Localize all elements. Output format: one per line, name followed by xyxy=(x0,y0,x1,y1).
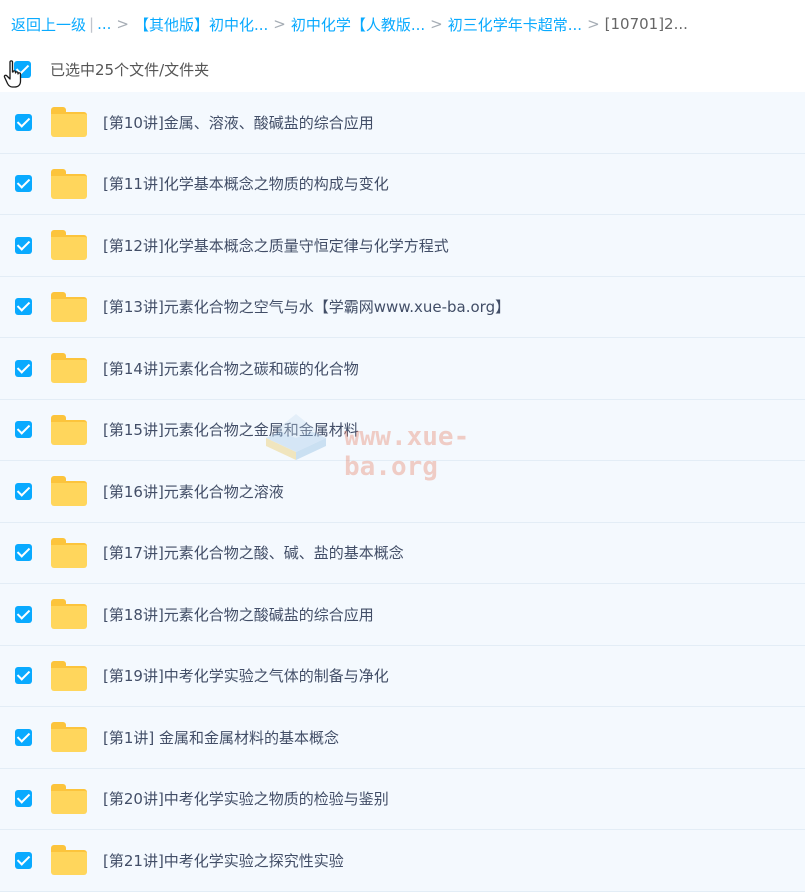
file-name[interactable]: [第17讲]元素化合物之酸、碱、盐的基本概念 xyxy=(103,542,404,563)
breadcrumb-divider: | xyxy=(89,15,95,33)
row-checkbox[interactable] xyxy=(15,605,32,623)
folder-icon xyxy=(51,722,87,753)
breadcrumb-item-1[interactable]: 【其他版】初中化... xyxy=(134,14,268,35)
chevron-right-icon: > xyxy=(430,15,443,33)
list-item[interactable]: [第15讲]元素化合物之金属和金属材料 xyxy=(0,399,805,461)
list-item[interactable]: [第16讲]元素化合物之溶液 xyxy=(0,461,805,523)
list-item[interactable]: [第10讲]金属、溶液、酸碱盐的综合应用 xyxy=(0,92,805,154)
folder-icon xyxy=(51,845,87,876)
back-link[interactable]: 返回上一级 xyxy=(11,14,86,35)
row-checkbox[interactable] xyxy=(15,175,32,193)
folder-icon xyxy=(51,353,87,384)
file-list: [第10讲]金属、溶液、酸碱盐的综合应用 [第11讲]化学基本概念之物质的构成与变… xyxy=(0,92,805,892)
list-item[interactable]: [第18讲]元素化合物之酸碱盐的综合应用 xyxy=(0,584,805,646)
row-checkbox[interactable] xyxy=(15,790,32,808)
folder-icon xyxy=(51,230,87,261)
row-checkbox[interactable] xyxy=(15,421,32,439)
chevron-right-icon: > xyxy=(587,15,600,33)
file-name[interactable]: [第15讲]元素化合物之金属和金属材料 xyxy=(103,419,359,440)
folder-icon xyxy=(51,537,87,568)
row-checkbox[interactable] xyxy=(15,544,32,562)
list-item[interactable]: [第13讲]元素化合物之空气与水【学霸网www.xue-ba.org】 xyxy=(0,276,805,338)
row-checkbox[interactable] xyxy=(15,482,32,500)
folder-icon xyxy=(51,599,87,630)
breadcrumb-ellipsis[interactable]: ... xyxy=(97,15,111,33)
row-checkbox[interactable] xyxy=(15,113,32,131)
list-item[interactable]: [第14讲]元素化合物之碳和碳的化合物 xyxy=(0,338,805,400)
file-name[interactable]: [第14讲]元素化合物之碳和碳的化合物 xyxy=(103,358,359,379)
selection-bar: 已选中25个文件/文件夹 xyxy=(0,48,805,90)
breadcrumb-item-2[interactable]: 初中化学【人教版... xyxy=(291,14,425,35)
folder-icon xyxy=(51,660,87,691)
list-item[interactable]: [第21讲]中考化学实验之探究性实验 xyxy=(0,830,805,892)
row-checkbox[interactable] xyxy=(15,359,32,377)
chevron-right-icon: > xyxy=(273,15,286,33)
breadcrumb: 返回上一级 | ... > 【其他版】初中化... > 初中化学【人教版... … xyxy=(0,0,805,48)
file-name[interactable]: [第19讲]中考化学实验之气体的制备与净化 xyxy=(103,665,389,686)
file-name[interactable]: [第12讲]化学基本概念之质量守恒定律与化学方程式 xyxy=(103,235,449,256)
list-item[interactable]: [第19讲]中考化学实验之气体的制备与净化 xyxy=(0,645,805,707)
file-name[interactable]: [第20讲]中考化学实验之物质的检验与鉴别 xyxy=(103,788,389,809)
select-all-checkbox[interactable] xyxy=(14,60,31,78)
folder-icon xyxy=(51,168,87,199)
folder-icon xyxy=(51,476,87,507)
file-name[interactable]: [第21讲]中考化学实验之探究性实验 xyxy=(103,850,344,871)
file-name[interactable]: [第13讲]元素化合物之空气与水【学霸网www.xue-ba.org】 xyxy=(103,296,510,317)
row-checkbox[interactable] xyxy=(15,236,32,254)
list-item[interactable]: [第12讲]化学基本概念之质量守恒定律与化学方程式 xyxy=(0,215,805,277)
file-name[interactable]: [第1讲] 金属和金属材料的基本概念 xyxy=(103,727,339,748)
folder-icon xyxy=(51,414,87,445)
row-checkbox[interactable] xyxy=(15,728,32,746)
row-checkbox[interactable] xyxy=(15,851,32,869)
folder-icon xyxy=(51,783,87,814)
file-name[interactable]: [第10讲]金属、溶液、酸碱盐的综合应用 xyxy=(103,112,374,133)
list-item[interactable]: [第1讲] 金属和金属材料的基本概念 xyxy=(0,707,805,769)
list-item[interactable]: [第17讲]元素化合物之酸、碱、盐的基本概念 xyxy=(0,522,805,584)
breadcrumb-current: [10701]2... xyxy=(604,15,688,33)
chevron-right-icon: > xyxy=(116,15,129,33)
folder-icon xyxy=(51,107,87,138)
folder-icon xyxy=(51,291,87,322)
file-name[interactable]: [第18讲]元素化合物之酸碱盐的综合应用 xyxy=(103,604,374,625)
list-item[interactable]: [第20讲]中考化学实验之物质的检验与鉴别 xyxy=(0,768,805,830)
list-item[interactable]: [第11讲]化学基本概念之物质的构成与变化 xyxy=(0,153,805,215)
breadcrumb-item-3[interactable]: 初三化学年卡超常... xyxy=(448,14,582,35)
file-name[interactable]: [第16讲]元素化合物之溶液 xyxy=(103,481,284,502)
row-checkbox[interactable] xyxy=(15,298,32,316)
selection-count-label: 已选中25个文件/文件夹 xyxy=(50,60,210,79)
file-name[interactable]: [第11讲]化学基本概念之物质的构成与变化 xyxy=(103,173,389,194)
row-checkbox[interactable] xyxy=(15,667,32,685)
